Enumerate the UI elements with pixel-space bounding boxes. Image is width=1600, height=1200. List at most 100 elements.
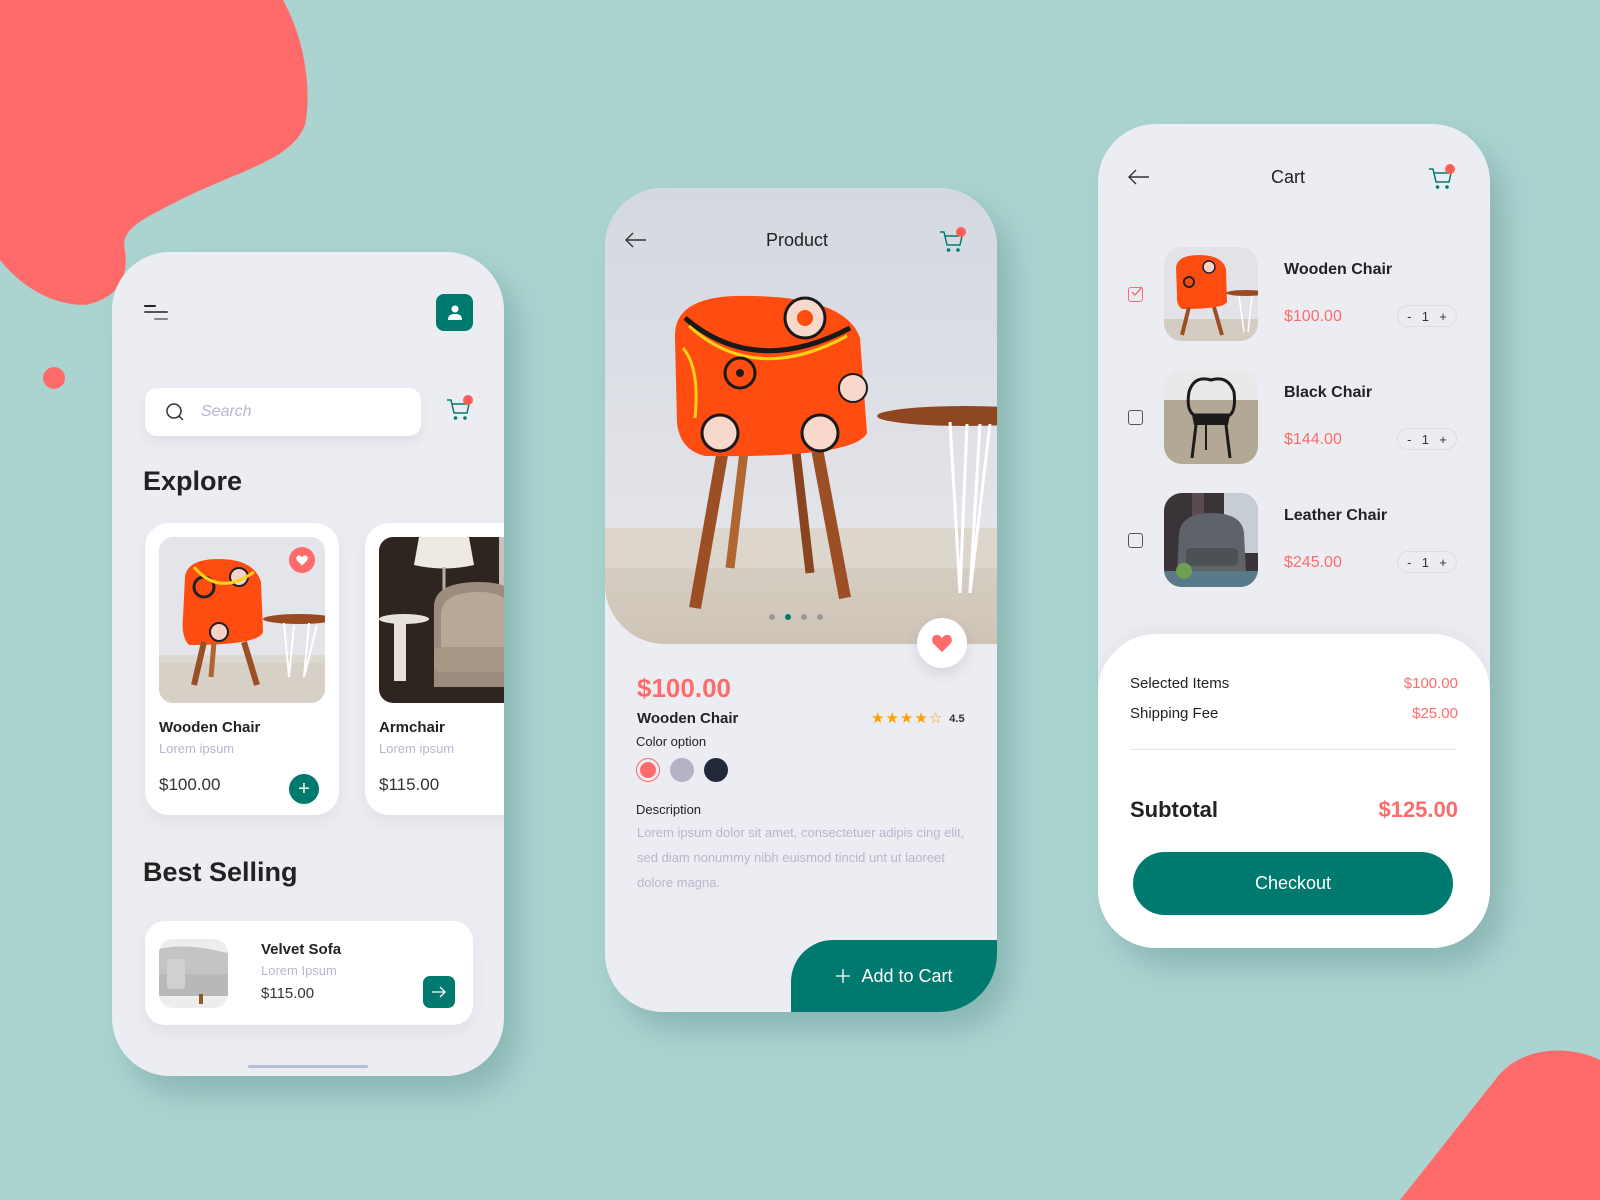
star-filled-icon: ★ (914, 710, 928, 727)
add-to-cart-button[interactable]: + (289, 774, 319, 804)
selected-items-value: $100.00 (1403, 675, 1458, 692)
product-image-armchair (379, 537, 504, 703)
product-price: $100.00 (637, 673, 731, 703)
cart-item: Black Chair $144.00 - 1 + (1098, 370, 1490, 466)
explore-screen: Explore Wooden Chair (112, 252, 504, 1076)
color-swatch-navy[interactable] (704, 758, 728, 782)
best-selling-heading: Best Selling (143, 857, 298, 887)
explore-heading: Explore (143, 466, 243, 496)
product-name: Armchair (379, 719, 445, 736)
cart-item-price: $100.00 (1284, 308, 1342, 325)
item-checkbox-checked[interactable] (1128, 286, 1143, 302)
color-swatch-lavender[interactable] (670, 758, 694, 782)
back-button[interactable] (625, 232, 647, 253)
plus-icon: + (298, 777, 310, 800)
color-options (636, 758, 728, 782)
description-text: Lorem ipsum dolor sit amet, consectetuer… (637, 825, 965, 890)
increase-quantity-button[interactable]: + (1439, 309, 1447, 324)
subtotal-value: $125.00 (1378, 797, 1458, 822)
cart-item-price: $144.00 (1284, 431, 1342, 448)
quantity-value: 1 (1421, 431, 1429, 447)
screen-title: Cart (1271, 167, 1306, 187)
cart-item-image (1164, 247, 1258, 341)
description-label: Description (636, 802, 702, 817)
cart-button[interactable] (446, 395, 473, 427)
quantity-stepper: - 1 + (1397, 551, 1457, 573)
arrow-left-icon (625, 232, 646, 248)
cart-notification-badge (463, 395, 473, 405)
rating-value: 4.5 (949, 712, 965, 725)
cart-item-name: Wooden Chair (1284, 261, 1393, 278)
increase-quantity-button[interactable]: + (1439, 555, 1447, 570)
shipping-fee-row: Shipping Fee $25.00 (1130, 705, 1458, 722)
coral-blob-bottom-right (1400, 1050, 1600, 1200)
search-icon (166, 403, 184, 421)
checkout-button[interactable]: Checkout (1133, 852, 1453, 915)
carousel-dot[interactable] (769, 614, 775, 620)
best-selling-item[interactable]: Velvet Sofa Lorem Ipsum $115.00 (145, 921, 473, 1025)
decrease-quantity-button[interactable]: - (1407, 555, 1411, 570)
product-card[interactable]: Wooden Chair Lorem ipsum $100.00 + (145, 523, 339, 815)
product-name: Velvet Sofa (261, 941, 342, 958)
checkmark-icon (1131, 286, 1143, 297)
product-card[interactable]: Armchair Lorem ipsum $115.00 (365, 523, 504, 815)
item-checkbox[interactable] (1128, 410, 1143, 425)
quantity-stepper: - 1 + (1397, 428, 1457, 450)
user-icon (447, 305, 462, 320)
shipping-fee-value: $25.00 (1412, 705, 1458, 722)
product-name: Wooden Chair (637, 710, 739, 727)
star-filled-icon: ★ (885, 710, 899, 727)
add-to-cart-button[interactable]: Add to Cart (791, 940, 997, 1012)
cart-item-image (1164, 370, 1258, 464)
cart-notification-badge (1445, 164, 1455, 174)
cart-screen: Cart Wooden Chair $100.00 - 1 + Black Ch… (1098, 124, 1490, 948)
search-input[interactable] (201, 403, 391, 421)
product-name: Wooden Chair (159, 719, 261, 736)
cart-item: Wooden Chair $100.00 - 1 + (1098, 247, 1490, 343)
quantity-value: 1 (1421, 308, 1429, 324)
product-subtitle: Lorem ipsum (379, 741, 455, 756)
profile-button[interactable] (436, 294, 473, 331)
cart-button[interactable] (939, 227, 966, 259)
shipping-fee-label: Shipping Fee (1130, 705, 1219, 722)
plus-icon (836, 969, 851, 983)
screen-title: Product (766, 230, 829, 250)
home-indicator (248, 1065, 368, 1068)
heart-icon (296, 555, 308, 565)
star-filled-icon: ★ (871, 710, 885, 727)
arrow-right-icon (432, 986, 446, 998)
cart-notification-badge (956, 227, 966, 237)
carousel-dot[interactable] (801, 614, 807, 620)
quantity-value: 1 (1421, 554, 1429, 570)
order-summary: Selected Items $100.00 Shipping Fee $25.… (1098, 634, 1490, 948)
decrease-quantity-button[interactable]: - (1407, 309, 1411, 324)
cart-button[interactable] (1428, 164, 1455, 196)
item-checkbox[interactable] (1128, 533, 1143, 548)
color-swatch-coral[interactable] (636, 758, 660, 782)
product-price: $115.00 (261, 985, 315, 1002)
product-subtitle: Lorem ipsum (159, 741, 235, 756)
subtotal-row: Subtotal $125.00 (1130, 797, 1458, 823)
increase-quantity-button[interactable]: + (1439, 432, 1447, 447)
divider (1130, 749, 1456, 750)
hamburger-menu-icon[interactable] (144, 305, 170, 321)
decrease-quantity-button[interactable]: - (1407, 432, 1411, 447)
cart-item-image (1164, 493, 1258, 587)
carousel-dot-active[interactable] (785, 614, 791, 620)
cart-item-name: Leather Chair (1284, 507, 1388, 524)
arrow-left-icon (1128, 169, 1149, 185)
product-image-wooden-chair (159, 537, 325, 703)
selected-items-row: Selected Items $100.00 (1130, 675, 1458, 692)
favorite-button[interactable] (917, 618, 967, 668)
back-button[interactable] (1128, 169, 1150, 190)
product-image-velvet-sofa (159, 939, 228, 1008)
product-subtitle: Lorem Ipsum (261, 963, 337, 978)
star-rating: ★ ★ ★ ★ ☆ 4.5 (871, 711, 965, 726)
star-filled-icon: ★ (899, 710, 914, 727)
carousel-dot[interactable] (817, 614, 823, 620)
search-bar (145, 388, 421, 436)
cart-item-price: $245.00 (1284, 554, 1342, 571)
view-product-button[interactable] (423, 976, 455, 1008)
cart-item: Leather Chair $245.00 - 1 + (1098, 493, 1490, 589)
favorite-button[interactable] (289, 547, 315, 573)
